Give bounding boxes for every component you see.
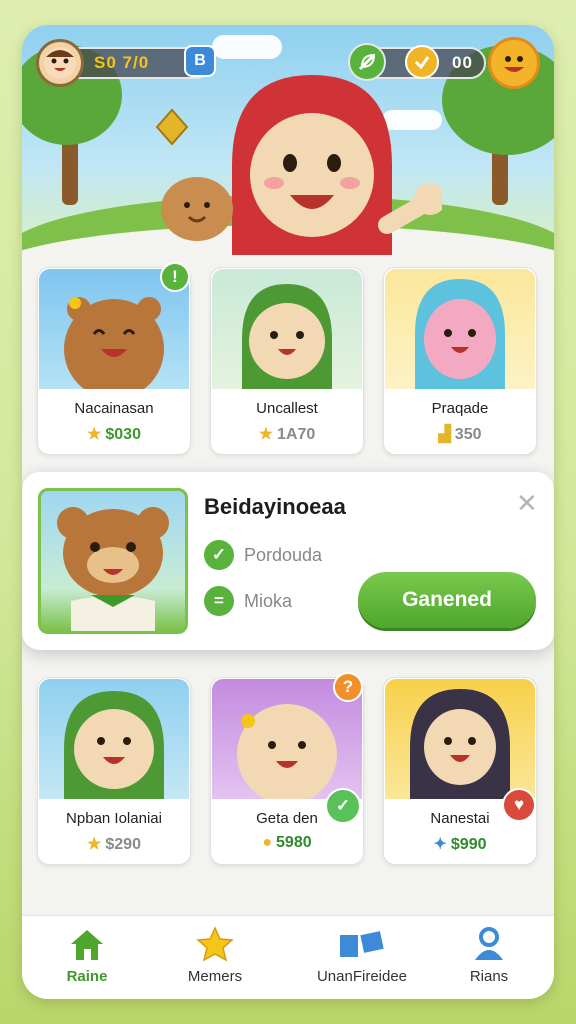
boot-icon: ▟ <box>438 426 451 443</box>
green-hood-character-icon <box>64 691 164 799</box>
puzzle-icon: ✦ <box>433 836 447 853</box>
card-name: Nacainasan <box>74 400 154 417</box>
dialog-row: ✓ Pordouda <box>204 540 322 570</box>
card-price: ▟ 350 <box>384 424 536 444</box>
star-icon: ★ <box>87 836 102 853</box>
nav-label: Rians <box>469 968 509 985</box>
dialog-row: = Mioka <box>204 586 292 616</box>
dialog-row-label: Mioka <box>244 590 293 611</box>
star-icon <box>150 922 280 966</box>
gold-leaf-icon <box>155 108 189 146</box>
character-card[interactable]: ? ✓ Geta den ● 5980 <box>210 672 364 865</box>
score-value: S0 7/0 <box>94 53 150 72</box>
nav-item-home[interactable]: Raine <box>22 922 152 998</box>
person-icon <box>424 922 554 966</box>
card-name: Nanestai <box>430 810 490 827</box>
character-card[interactable]: Uncallest ★ 1A70 <box>210 267 364 455</box>
card-art <box>385 269 535 389</box>
card-price: ★ $290 <box>38 834 190 854</box>
confirm-button[interactable]: Ganened <box>358 572 536 628</box>
smiley-profile-icon[interactable] <box>488 37 540 89</box>
card-price: ★ $030 <box>38 424 190 444</box>
card-art <box>385 679 535 799</box>
alert-badge: ! <box>160 262 190 292</box>
card-name: Praqade <box>431 400 489 417</box>
star-icon: ★ <box>87 426 102 443</box>
help-badge: ? <box>333 672 363 702</box>
cookie-character <box>161 177 233 241</box>
card-price-value: $990 <box>450 836 487 853</box>
card-art <box>39 679 189 799</box>
dialog-row-label: Pordouda <box>244 544 323 565</box>
avatar-face-icon <box>44 47 76 79</box>
character-card[interactable]: Npban Iolaniai ★ $290 <box>37 677 191 865</box>
character-card[interactable]: Praqade ▟ 350 <box>383 267 537 455</box>
coin-icon <box>405 45 439 79</box>
card-art <box>212 269 362 389</box>
menu-icon: = <box>204 586 234 616</box>
hijab-character-icon <box>410 689 510 799</box>
nav-item-members[interactable]: Memers <box>150 922 280 998</box>
card-name: Npban Iolaniai <box>66 810 162 827</box>
character-card[interactable]: ♥ Nanestai ✦ $990 <box>383 677 537 865</box>
card-price-value: $290 <box>105 836 141 853</box>
card-price-value: $030 <box>105 426 141 443</box>
card-name: Geta den <box>256 810 318 827</box>
coin-icon: ● <box>262 834 273 851</box>
dialog-title: Beidayinoeaa <box>204 494 346 519</box>
leaf-icon[interactable] <box>348 43 386 81</box>
bottom-navigation: Raine Memers UnanFireidee Rians <box>22 915 554 999</box>
card-price: ✦ $990 <box>384 834 536 854</box>
cards-icon <box>297 922 427 966</box>
nav-label: Memers <box>187 968 243 985</box>
nav-item-cards[interactable]: UnanFireidee <box>297 922 427 998</box>
bear-character-icon <box>57 507 169 631</box>
character-detail-dialog: Beidayinoeaa ✕ ✓ Pordouda = Mioka Ganene… <box>22 472 554 650</box>
dialog-character-art <box>38 488 188 634</box>
card-price-value: 5980 <box>276 834 312 851</box>
check-icon: ✓ <box>204 540 234 570</box>
nav-label: Raine <box>66 968 108 985</box>
card-price-value: 1A70 <box>277 426 316 443</box>
close-icon[interactable]: ✕ <box>516 488 538 519</box>
nav-label: UnanFireidee <box>316 968 408 985</box>
card-price-value: 350 <box>454 426 482 443</box>
b-badge-icon[interactable]: B <box>184 45 216 77</box>
coin-value: 00 <box>452 53 473 72</box>
hero-banner: S0 7/0 B 00 <box>22 25 554 255</box>
card-price: ★ 1A70 <box>211 424 363 444</box>
home-icon <box>22 922 152 966</box>
card-price: ● 5980 <box>211 834 363 852</box>
character-card[interactable]: ! Nacainasan ★ $030 <box>37 262 191 455</box>
hooded-character-icon <box>415 279 505 389</box>
green-hood-character-icon <box>242 284 332 389</box>
star-icon: ★ <box>258 426 274 443</box>
card-name: Uncallest <box>256 400 318 417</box>
player-avatar[interactable] <box>36 39 84 87</box>
app-frame: S0 7/0 B 00 ! Nacainasan ★ $030 Uncalles… <box>22 25 554 999</box>
nav-item-profile[interactable]: Rians <box>424 922 554 998</box>
